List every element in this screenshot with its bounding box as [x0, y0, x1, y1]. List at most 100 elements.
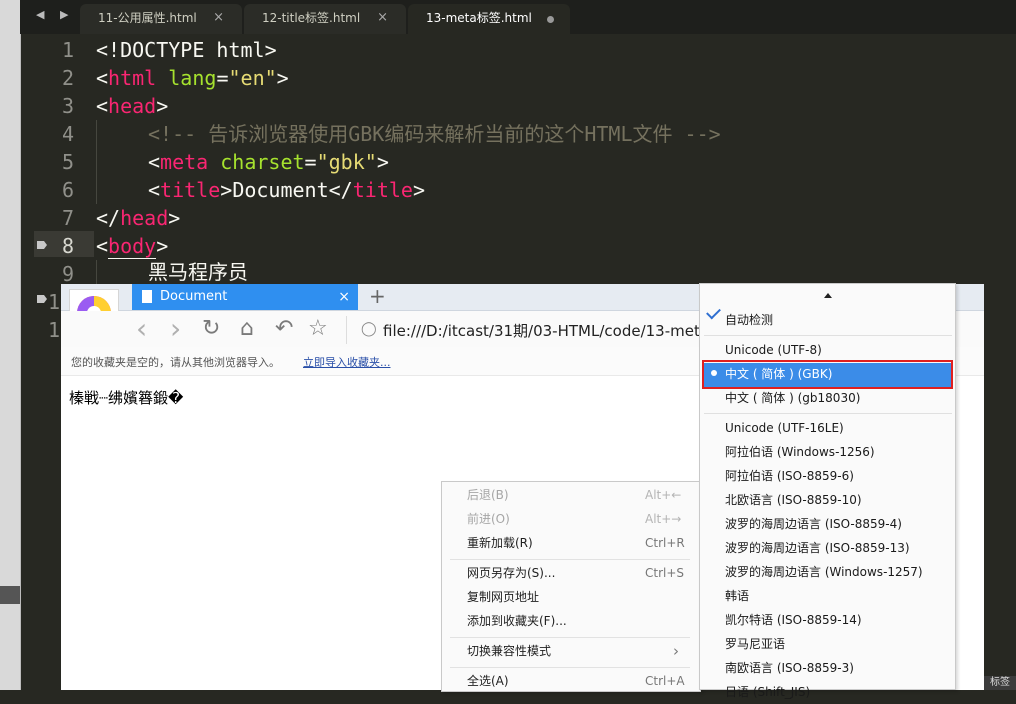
menu-separator: [704, 335, 952, 336]
encoding-item[interactable]: 罗马尼亚语: [725, 632, 953, 656]
code-text: >: [156, 234, 169, 258]
forward-icon[interactable]: ›: [170, 315, 181, 343]
context-menu: 后退(B) Alt+← 前进(O) Alt+→ 重新加载(R) Ctrl+R 网页另存…: [441, 481, 701, 692]
menu-shortcut: Ctrl+R: [645, 536, 685, 550]
close-icon[interactable]: ×: [338, 284, 350, 310]
indent-guide: [96, 120, 97, 204]
checkmark-icon: [706, 304, 721, 320]
editor-tab[interactable]: 11-公用属性.html ×: [80, 4, 242, 34]
reload-icon[interactable]: ↻: [202, 316, 220, 342]
code-text: <: [96, 66, 109, 90]
code-tag: head: [120, 206, 169, 230]
scroll-up-arrow-icon[interactable]: [824, 293, 832, 298]
selected-bullet-icon: [711, 370, 717, 376]
code-line-1[interactable]: <!DOCTYPE html>: [96, 36, 277, 64]
address-bar[interactable]: ◯ file:///D:/itcast/31期/03-HTML/code/13-…: [346, 316, 707, 344]
status-corner: 标签: [984, 676, 1016, 690]
encoding-item[interactable]: 波罗的海周边语言 (ISO-8859-4): [725, 512, 953, 536]
line-number: 2: [61, 66, 74, 90]
star-icon[interactable]: ☆: [308, 316, 328, 342]
code-tag: meta: [160, 150, 209, 174]
code-comment: <!-- 告诉浏览器使用GBK编码来解析当前的这个HTML文件 -->: [148, 122, 721, 146]
unsaved-dot-icon: [547, 16, 554, 23]
line-number: 1: [47, 290, 60, 314]
code-line-5[interactable]: <meta charset="gbk">: [148, 148, 389, 176]
line-number: 5: [61, 150, 74, 174]
encoding-item[interactable]: 北欧语言 (ISO-8859-10): [725, 488, 953, 512]
menu-label: 切换兼容性模式: [467, 644, 552, 658]
encoding-item[interactable]: 韩语: [725, 584, 953, 608]
code-tag: body: [108, 234, 157, 259]
page-icon: [142, 290, 152, 303]
url-text: file:///D:/itcast/31期/03-HTML/code/13-me…: [383, 322, 700, 340]
code-text: >: [276, 66, 289, 90]
menu-label: 添加到收藏夹(F)...: [467, 614, 567, 628]
undo-icon[interactable]: ↶: [275, 316, 293, 342]
new-tab-icon[interactable]: +: [369, 285, 386, 307]
code-tag: head: [108, 94, 157, 118]
encoding-item[interactable]: 波罗的海周边语言 (ISO-8859-13): [725, 536, 953, 560]
menu-item-forward[interactable]: 前进(O) Alt+→: [467, 508, 697, 530]
code-text: <: [148, 150, 161, 174]
menu-label: 后退(B): [467, 488, 509, 502]
code-line-8[interactable]: <body>: [96, 232, 168, 260]
tab-nav-arrows[interactable]: ◀ ▶: [36, 8, 74, 21]
browser-tab-active[interactable]: Document ×: [132, 284, 358, 310]
code-text: >: [220, 178, 233, 202]
menu-shortcut: Ctrl+S: [645, 566, 685, 580]
import-favorites-link[interactable]: 立即导入收藏夹...: [303, 354, 391, 370]
encoding-item[interactable]: 阿拉伯语 (Windows-1256): [725, 440, 953, 464]
encoding-item[interactable]: 阿拉伯语 (ISO-8859-6): [725, 464, 953, 488]
menu-item-back[interactable]: 后退(B) Alt+←: [467, 484, 697, 506]
encoding-item-auto[interactable]: 自动检测: [725, 308, 953, 332]
favbar-message: 您的收藏夹是空的，请从其他浏览器导入。: [71, 356, 280, 369]
encoding-item[interactable]: 凯尔特语 (ISO-8859-14): [725, 608, 953, 632]
tab-label: 12-title标签.html: [262, 11, 361, 25]
code-line-2[interactable]: <html lang="en">: [96, 64, 289, 92]
tab-label: 13-meta标签.html: [426, 11, 532, 25]
menu-separator: [450, 667, 690, 668]
menu-item-reload[interactable]: 重新加载(R) Ctrl+R: [467, 532, 697, 554]
encoding-item-gbk[interactable]: 中文 ( 简体 ) (GBK): [725, 362, 953, 386]
editor-tab-active[interactable]: 13-meta标签.html: [408, 4, 570, 34]
tab-label: 11-公用属性.html: [98, 11, 197, 25]
page-content-text: 榛戦┈绋嬪簭鍛�: [69, 389, 184, 407]
encoding-item[interactable]: Unicode (UTF-16LE): [725, 416, 953, 440]
shield-icon: ◯: [361, 321, 377, 337]
line-number: 3: [61, 94, 74, 118]
encoding-item[interactable]: 中文 ( 简体 ) (gb18030): [725, 386, 953, 410]
menu-item-compat-mode[interactable]: 切换兼容性模式 ›: [467, 640, 697, 662]
encoding-item[interactable]: Unicode (UTF-8): [725, 338, 953, 362]
menu-label: 网页另存为(S)...: [467, 566, 556, 580]
code-text: <: [148, 178, 161, 202]
code-text: <: [96, 234, 109, 258]
browser-tab-title: Document: [160, 289, 228, 304]
code-line-3[interactable]: <head>: [96, 92, 168, 120]
code-line-7[interactable]: </head>: [96, 204, 180, 232]
close-icon[interactable]: ×: [213, 4, 224, 32]
code-text: =: [304, 150, 317, 174]
code-line-9[interactable]: 黑马程序员: [148, 258, 248, 286]
encoding-item[interactable]: 南欧语言 (ISO-8859-3): [725, 656, 953, 680]
code-tag: html: [108, 66, 157, 90]
code-text: Document: [232, 178, 329, 202]
code-line-4[interactable]: <!-- 告诉浏览器使用GBK编码来解析当前的这个HTML文件 -->: [148, 120, 721, 148]
menu-shortcut: Alt+→: [645, 512, 682, 526]
close-icon[interactable]: ×: [377, 4, 388, 32]
menu-item-copy-url[interactable]: 复制网页地址: [467, 586, 697, 608]
home-icon[interactable]: ⌂: [240, 316, 254, 342]
menu-item-save-as[interactable]: 网页另存为(S)... Ctrl+S: [467, 562, 697, 584]
line-number: 1: [47, 318, 60, 342]
menu-item-add-favorite[interactable]: 添加到收藏夹(F)...: [467, 610, 697, 632]
menu-shortcut: Alt+←: [645, 488, 682, 502]
encoding-item[interactable]: 波罗的海周边语言 (Windows-1257): [725, 560, 953, 584]
menu-label: 重新加载(R): [467, 536, 533, 550]
code-text: <!DOCTYPE html>: [96, 38, 277, 62]
editor-tab[interactable]: 12-title标签.html ×: [244, 4, 406, 34]
code-line-6[interactable]: <title>Document</title>: [148, 176, 425, 204]
line-number: 4: [61, 122, 74, 146]
back-icon[interactable]: ‹: [136, 315, 147, 343]
indent-guide: [96, 260, 97, 284]
encoding-item[interactable]: 日语 (Shift_JIS): [725, 680, 953, 704]
menu-item-select-all[interactable]: 全选(A) Ctrl+A: [467, 670, 697, 692]
